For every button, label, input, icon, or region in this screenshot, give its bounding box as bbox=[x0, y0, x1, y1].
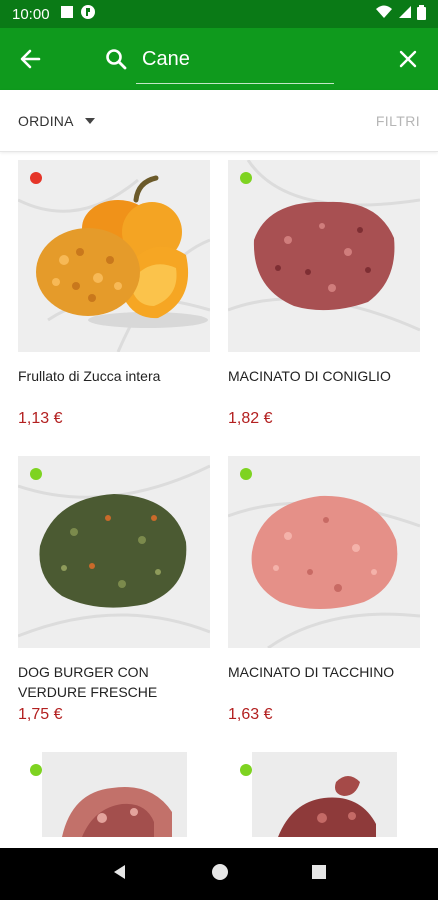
availability-dot bbox=[240, 468, 252, 480]
availability-dot bbox=[30, 764, 42, 776]
arrow-left-icon bbox=[20, 49, 41, 69]
product-grid: Frullato di Zucca intera 1,13 € MACINATO… bbox=[18, 160, 420, 852]
product-image bbox=[42, 752, 187, 837]
filter-label: FILTRI bbox=[375, 112, 420, 129]
product-card[interactable]: MACINATO DI TACCHINO 1,63 € bbox=[228, 456, 420, 752]
product-name: MACINATO DI TACCHINO bbox=[228, 664, 395, 680]
availability-dot bbox=[30, 468, 42, 480]
availability-dot bbox=[240, 172, 252, 184]
product-price: 1,75 € bbox=[18, 706, 63, 723]
product-image bbox=[228, 160, 420, 352]
product-name: DOG BURGER CON VERDURE FRESCHE bbox=[18, 664, 158, 700]
wifi-icon bbox=[375, 5, 393, 23]
product-name: MACINATO DI CONIGLIO bbox=[228, 368, 391, 384]
filter-button[interactable]: FILTRI bbox=[376, 113, 420, 129]
product-card[interactable] bbox=[228, 752, 420, 852]
dropdown-arrow-icon bbox=[84, 117, 95, 124]
nav-recents-icon[interactable] bbox=[311, 864, 327, 885]
product-card[interactable] bbox=[18, 752, 210, 852]
clear-search-button[interactable] bbox=[378, 28, 438, 90]
close-icon bbox=[399, 50, 417, 68]
nav-home-icon[interactable] bbox=[211, 863, 229, 886]
product-price: 1,13 € bbox=[18, 410, 63, 427]
system-nav-bar bbox=[0, 848, 438, 900]
status-time: 10:00 bbox=[12, 5, 50, 23]
search-icon bbox=[96, 47, 136, 71]
product-card[interactable]: Frullato di Zucca intera 1,13 € bbox=[18, 160, 210, 456]
availability-dot bbox=[30, 172, 42, 184]
product-price: 1,82 € bbox=[228, 410, 273, 427]
search-input[interactable] bbox=[136, 39, 366, 79]
back-button[interactable] bbox=[0, 28, 60, 90]
signal-icon bbox=[398, 5, 412, 23]
status-icons bbox=[375, 4, 426, 24]
sort-label: ORDINA bbox=[18, 112, 74, 129]
sort-filter-bar: ORDINA FILTRI bbox=[0, 90, 438, 152]
product-image bbox=[18, 456, 210, 648]
nav-back-icon[interactable] bbox=[111, 863, 129, 886]
product-image bbox=[18, 160, 210, 352]
search-field bbox=[136, 28, 378, 90]
product-card[interactable]: DOG BURGER CON VERDURE FRESCHE 1,75 € bbox=[18, 456, 210, 752]
status-bar: 10:00 bbox=[0, 0, 438, 28]
availability-dot bbox=[240, 764, 252, 776]
app-notification-icon bbox=[80, 4, 96, 24]
product-name: Frullato di Zucca intera bbox=[18, 368, 161, 384]
product-image bbox=[252, 752, 397, 837]
notification-square-icon bbox=[60, 5, 74, 23]
sort-button[interactable]: ORDINA bbox=[18, 113, 96, 129]
product-card[interactable]: MACINATO DI CONIGLIO 1,82 € bbox=[228, 160, 420, 456]
search-app-bar bbox=[0, 28, 438, 90]
battery-icon bbox=[417, 4, 426, 24]
product-image bbox=[228, 456, 420, 648]
product-price: 1,63 € bbox=[228, 706, 273, 723]
search-underline bbox=[136, 83, 334, 84]
